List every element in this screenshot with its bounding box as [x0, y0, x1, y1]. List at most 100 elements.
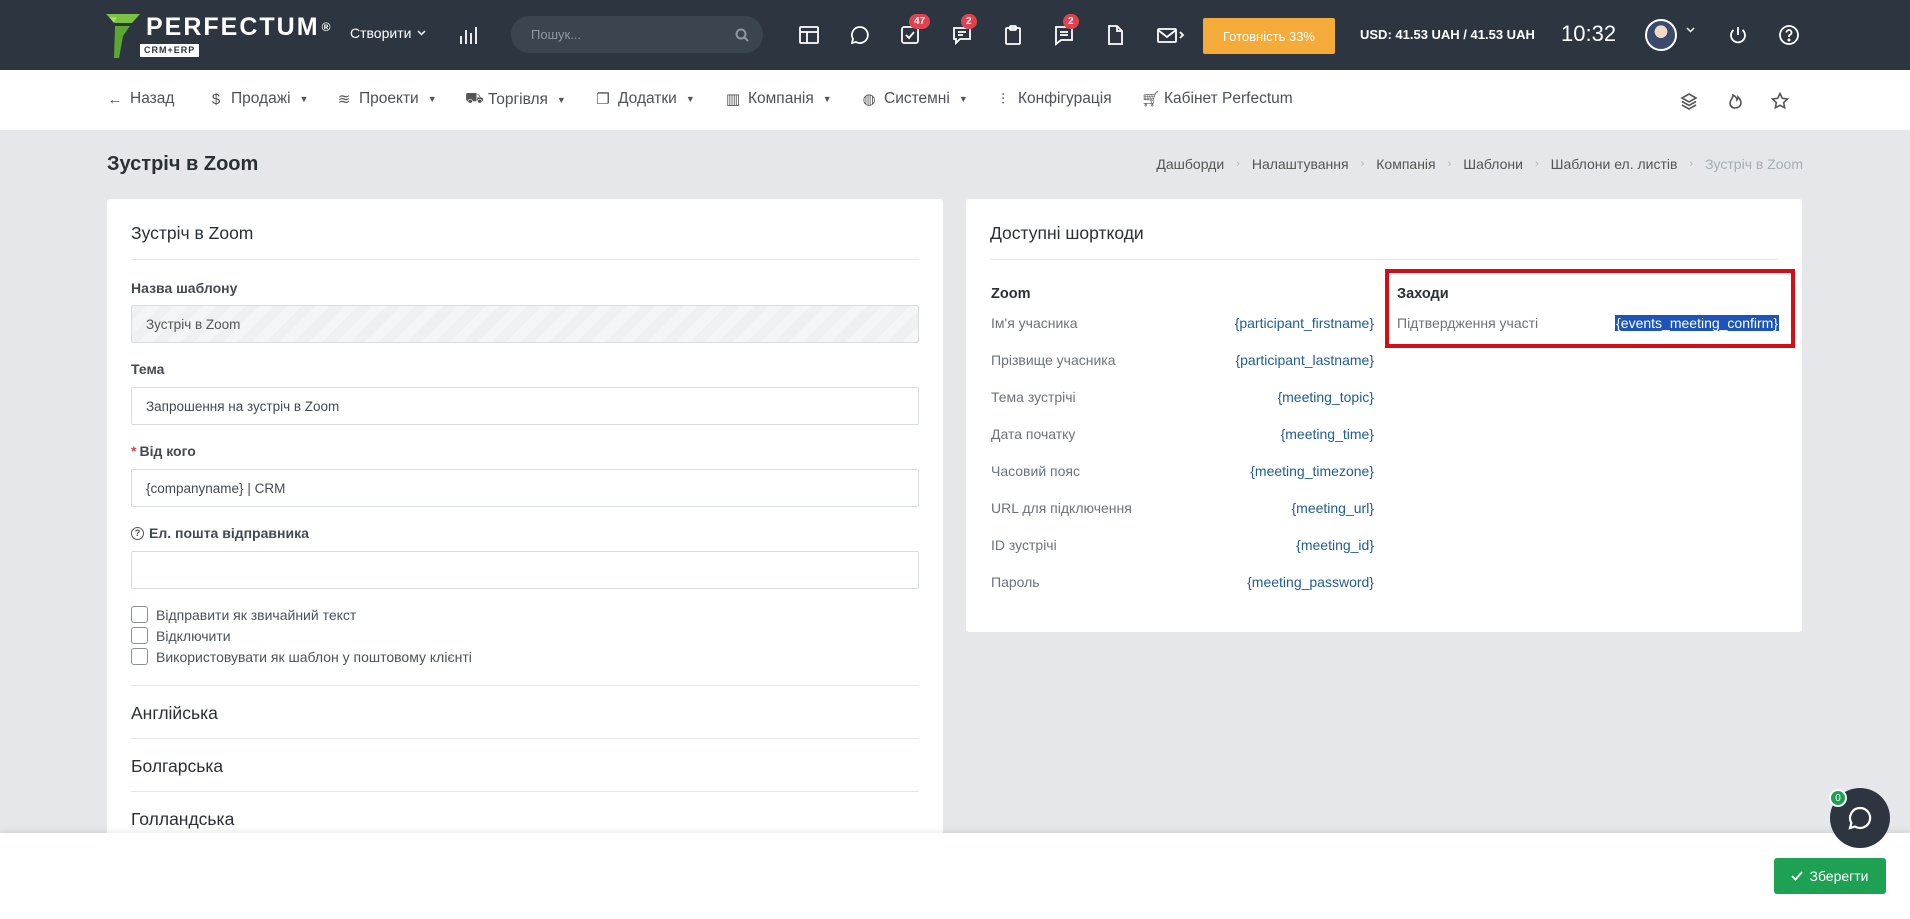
shortcode-name: ID зустрічі — [991, 537, 1057, 553]
messages-badge: 2 — [961, 14, 977, 29]
footer-bar — [0, 833, 1910, 919]
readiness-button[interactable]: Готовність 33% — [1203, 18, 1335, 54]
nav-back[interactable]: ← Назад — [107, 90, 175, 108]
nav-system-label: Системні — [884, 90, 950, 107]
chat-bubble-icon[interactable] — [847, 22, 873, 48]
nav-addons[interactable]: ❐ Додатки ▼ — [595, 90, 695, 108]
from-field[interactable] — [131, 469, 919, 507]
checkbox-label: Відключити — [156, 627, 231, 644]
sender-email-label: Ел. пошта відправника — [149, 525, 309, 541]
comments-icon[interactable]: 2 — [1051, 14, 1079, 48]
checkbox-mail-client-template[interactable]: Використовувати як шаблон у поштовому кл… — [131, 648, 472, 665]
nav-config[interactable]: ⫶ Конфігурація — [995, 90, 1111, 108]
nav-sales[interactable]: $ Продажі ▼ — [208, 90, 309, 108]
search-icon[interactable] — [735, 28, 749, 42]
globe-icon: ◍ — [862, 91, 876, 108]
shortcode-row: ID зустрічі {meeting_id} — [991, 537, 1374, 553]
cart-icon: ⛟ — [465, 90, 484, 107]
document-icon[interactable] — [1102, 22, 1128, 48]
create-menu-button[interactable]: Створити — [350, 25, 426, 41]
kanban-icon[interactable] — [796, 22, 822, 48]
tasks-icon[interactable]: 47 — [897, 14, 931, 48]
language-section-english[interactable]: Англійська — [131, 685, 919, 724]
checkbox[interactable] — [131, 627, 148, 644]
create-label: Створити — [350, 25, 412, 41]
checkbox-label: Використовувати як шаблон у поштовому кл… — [156, 648, 472, 665]
help-icon[interactable] — [1776, 22, 1802, 48]
breadcrumb-item[interactable]: Компанія — [1376, 156, 1435, 172]
shortcode-row: Ім'я учасника {participant_firstname} — [991, 315, 1374, 331]
save-button[interactable]: Зберегти — [1774, 858, 1886, 894]
required-marker: * — [131, 443, 137, 459]
chevron-down-icon: ▼ — [685, 94, 695, 104]
tasks-badge: 47 — [909, 14, 931, 29]
question-circle-icon[interactable]: ? — [131, 526, 144, 540]
chevron-right-icon: › — [1689, 158, 1694, 170]
chat-badge: 0 — [1829, 789, 1847, 807]
shortcode-name: Тема зустрічі — [991, 389, 1076, 405]
search-input[interactable] — [531, 27, 735, 42]
chevron-right-icon: › — [1534, 158, 1539, 170]
from-label: Від кого — [139, 443, 196, 459]
template-name-label: Назва шаблону — [131, 280, 238, 296]
check-icon — [1791, 871, 1804, 881]
chevron-right-icon: › — [1236, 158, 1240, 170]
shortcode-row: Дата початку {meeting_time} — [991, 426, 1374, 442]
stats-icon[interactable] — [456, 22, 482, 48]
breadcrumb-item[interactable]: Шаблони — [1463, 156, 1523, 172]
star-icon[interactable] — [1768, 89, 1792, 113]
checkbox[interactable] — [131, 648, 148, 665]
checkbox-label: Відправити як звичайний текст — [156, 606, 357, 623]
nav-projects-label: Проекти — [359, 90, 419, 107]
shortcodes-card-title: Доступні шорткоди — [990, 223, 1144, 243]
shortcode-code[interactable]: {meeting_password} — [1247, 574, 1374, 590]
chevron-down-icon: ▼ — [556, 94, 566, 105]
clipboard-icon[interactable] — [1000, 22, 1026, 48]
breadcrumb-item[interactable]: Дашборди — [1156, 156, 1224, 172]
checkbox-disable[interactable]: Відключити — [131, 627, 231, 644]
language-section-bulgarian[interactable]: Болгарська — [131, 738, 919, 777]
shortcode-code[interactable]: {meeting_id} — [1296, 537, 1374, 553]
shortcode-row: Прізвище учасника {participant_lastname} — [991, 352, 1374, 368]
sliders-icon: ⫶ — [1001, 90, 1005, 108]
shortcode-code[interactable]: {meeting_time} — [1281, 426, 1374, 442]
shortcodes-card: Доступні шорткоди — [966, 199, 1802, 632]
logo[interactable]: PERFECTUM ® CRM+ERP — [106, 14, 332, 58]
power-icon[interactable] — [1725, 22, 1751, 48]
shortcode-code[interactable]: {meeting_timezone} — [1250, 463, 1374, 479]
shortcode-code[interactable]: {participant_lastname} — [1235, 352, 1374, 368]
layers-icon: ≋ — [337, 91, 351, 108]
chevron-down-icon[interactable] — [1686, 27, 1695, 33]
from-label-wrap: * Від кого — [131, 443, 196, 459]
shortcode-row: Тема зустрічі {meeting_topic} — [991, 389, 1374, 405]
language-section-dutch[interactable]: Голландська — [131, 791, 919, 830]
top-bar: PERFECTUM® CRM+ERP Створити 47 2 2 Го — [0, 0, 1910, 70]
shortcode-code[interactable]: {participant_firstname} — [1235, 315, 1374, 331]
avatar[interactable] — [1645, 19, 1677, 51]
nav-cabinet[interactable]: 🛒︎ Кабінет Perfectum — [1141, 90, 1293, 108]
subject-label: Тема — [131, 361, 165, 377]
nav-projects[interactable]: ≋ Проекти ▼ — [336, 90, 437, 108]
nav-trade[interactable]: ⛟ Торгівля ▼ — [465, 90, 566, 109]
subject-field[interactable] — [131, 387, 919, 425]
shortcode-row: URL для підключення {meeting_url} — [991, 500, 1374, 516]
mail-icon[interactable] — [1154, 22, 1188, 48]
breadcrumb-item[interactable]: Шаблони ел. листів — [1551, 156, 1678, 172]
page-title: Зустріч в Zoom — [107, 153, 259, 175]
breadcrumb-item[interactable]: Налаштування — [1252, 156, 1349, 172]
flame-icon[interactable] — [1723, 89, 1747, 113]
nav-system[interactable]: ◍ Системні ▼ — [861, 90, 967, 108]
sender-email-label-wrap: ? Ел. пошта відправника — [131, 525, 309, 541]
layers-icon[interactable] — [1677, 89, 1701, 113]
checkbox[interactable] — [131, 606, 148, 623]
chevron-right-icon: › — [1447, 158, 1452, 170]
nav-company[interactable]: ▥ Компанія ▼ — [725, 90, 832, 108]
shortcode-code[interactable]: {meeting_topic} — [1277, 389, 1374, 405]
sender-email-field[interactable] — [131, 551, 919, 589]
shortcode-code[interactable]: {meeting_url} — [1291, 500, 1374, 516]
checkbox-plain-text[interactable]: Відправити як звичайний текст — [131, 606, 356, 623]
messages-icon[interactable]: 2 — [949, 14, 977, 48]
nav-company-label: Компанія — [748, 90, 814, 107]
main-nav: ← Назад $ Продажі ▼ ≋ Проекти ▼ ⛟ Торгів… — [0, 70, 1910, 130]
clock: 10:32 — [1561, 21, 1617, 46]
